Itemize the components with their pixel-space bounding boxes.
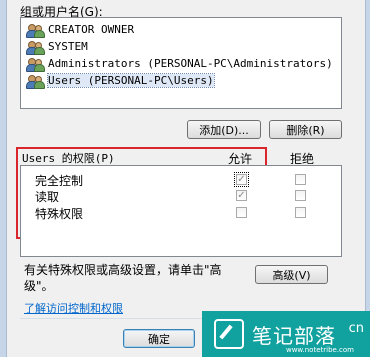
permissions-list: 完全控制 读取 特殊权限 ✓ ✓ bbox=[20, 165, 342, 257]
groups-list[interactable]: CREATOR OWNER SYSTEM Administrators (PER… bbox=[20, 17, 342, 109]
list-item-label: CREATOR OWNER bbox=[48, 23, 135, 36]
watermark-url: www.notetribe.com bbox=[285, 346, 354, 354]
allow-special-checkbox[interactable] bbox=[236, 207, 247, 218]
user-group-icon bbox=[26, 57, 45, 72]
user-group-icon bbox=[26, 40, 45, 55]
list-item-label: Users (PERSONAL-PC\Users) bbox=[47, 73, 215, 88]
watermark-suffix: cn bbox=[348, 321, 364, 336]
permissions-title: Users 的权限(P) bbox=[22, 152, 115, 165]
advanced-hint-text: 有关特殊权限或高级设置，请单击"高级"。 bbox=[24, 263, 222, 293]
remove-button[interactable]: 删除(R) bbox=[269, 120, 342, 139]
list-item-label: Administrators (PERSONAL-PC\Administrato… bbox=[48, 57, 333, 70]
list-item[interactable]: SYSTEM bbox=[26, 38, 88, 55]
list-item[interactable]: CREATOR OWNER bbox=[26, 21, 134, 38]
user-group-icon bbox=[26, 23, 45, 38]
help-link[interactable]: 了解访问控制和权限 bbox=[24, 300, 123, 316]
window-left-edge bbox=[0, 0, 7, 357]
add-button[interactable]: 添加(D)... bbox=[187, 120, 261, 139]
advanced-button[interactable]: 高级(V) bbox=[255, 265, 328, 284]
window-right-edge bbox=[365, 0, 370, 357]
permission-label-special: 特殊权限 bbox=[35, 207, 84, 221]
allow-full-control-checkbox[interactable]: ✓ bbox=[234, 172, 249, 187]
permission-label-read: 读取 bbox=[35, 190, 60, 204]
list-item[interactable]: Administrators (PERSONAL-PC\Administrato… bbox=[26, 55, 333, 72]
list-item[interactable]: Users (PERSONAL-PC\Users) bbox=[26, 72, 215, 89]
pen-icon bbox=[214, 319, 244, 349]
permission-label-full-control: 完全控制 bbox=[35, 174, 84, 188]
allow-read-checkbox[interactable]: ✓ bbox=[236, 190, 247, 201]
list-item-label: SYSTEM bbox=[48, 40, 88, 53]
user-group-icon bbox=[26, 74, 45, 89]
deny-read-checkbox[interactable] bbox=[295, 190, 306, 201]
deny-full-control-checkbox[interactable] bbox=[295, 174, 306, 185]
deny-special-checkbox[interactable] bbox=[295, 207, 306, 218]
watermark-main-text: 笔记部落 bbox=[252, 323, 336, 348]
watermark-logo: 笔记部落 cn www.notetribe.com bbox=[202, 311, 370, 357]
ok-button[interactable]: 确定 bbox=[123, 329, 195, 348]
